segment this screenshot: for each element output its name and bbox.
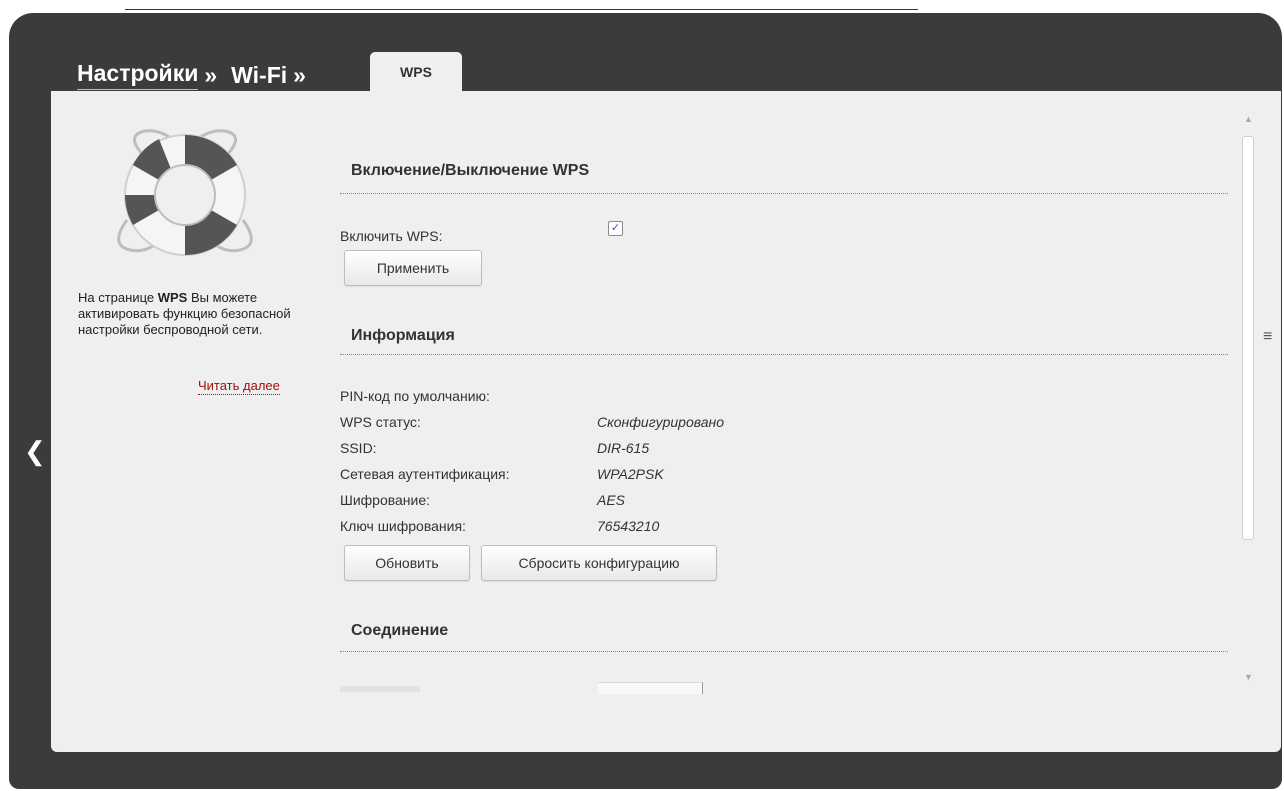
page-top-rule [125,9,918,10]
description-bold: WPS [157,290,188,305]
reset-config-button[interactable]: Сбросить конфигурацию [481,545,717,581]
section-divider [340,354,1228,355]
read-more-link[interactable]: Читать далее [198,378,280,395]
back-arrow-icon[interactable]: ❮ [24,436,46,467]
sidebar-description: На странице WPS Вы можете активировать ф… [78,290,308,338]
section-title-toggle: Включение/Выключение WPS [351,162,590,179]
breadcrumb-separator: » [293,61,306,88]
scroll-up-arrow-icon[interactable]: ▲ [1244,114,1253,124]
scrollbar-thumb[interactable] [1242,136,1254,540]
tab-wps[interactable]: WPS [370,52,462,92]
clipped-select-placeholder [598,682,703,694]
faded-clipped-row [340,682,1220,694]
grip-menu-icon[interactable]: ≡ [1263,328,1272,346]
pin-label: PIN-код по умолчанию: [340,388,490,404]
section-divider [340,193,1228,194]
enable-wps-checkbox[interactable]: ✓ [608,221,623,236]
enable-wps-label: Включить WPS: [340,228,443,244]
auth-value: WPA2PSK [597,466,664,482]
apply-button[interactable]: Применить [344,250,482,286]
section-title-info: Информация [351,327,455,344]
wps-status-value: Сконфигурировано [597,414,725,430]
key-label: Ключ шифрования: [340,518,466,534]
scroll-down-arrow-icon[interactable]: ▼ [1244,672,1253,682]
section-title-connection: Соединение [351,622,449,639]
clipped-label-placeholder [340,686,420,692]
breadcrumb-settings-link[interactable]: Настройки [77,60,199,90]
breadcrumb-separator: » [204,61,218,88]
encryption-value: AES [597,492,626,508]
auth-label: Сетевая аутентификация: [340,466,510,482]
wps-status-label: WPS статус: [340,414,421,430]
ssid-value: DIR-615 [597,440,650,456]
key-value: 76543210 [597,518,660,534]
ssid-label: SSID: [340,440,377,456]
lifebuoy-icon [117,129,253,256]
section-divider [340,651,1228,652]
encryption-label: Шифрование: [340,492,431,508]
breadcrumb-wifi[interactable]: Wi-Fi [231,62,287,89]
description-prefix: На странице [78,290,158,305]
refresh-button[interactable]: Обновить [344,545,470,581]
breadcrumb: Настройки » Wi-Fi » [77,58,320,92]
